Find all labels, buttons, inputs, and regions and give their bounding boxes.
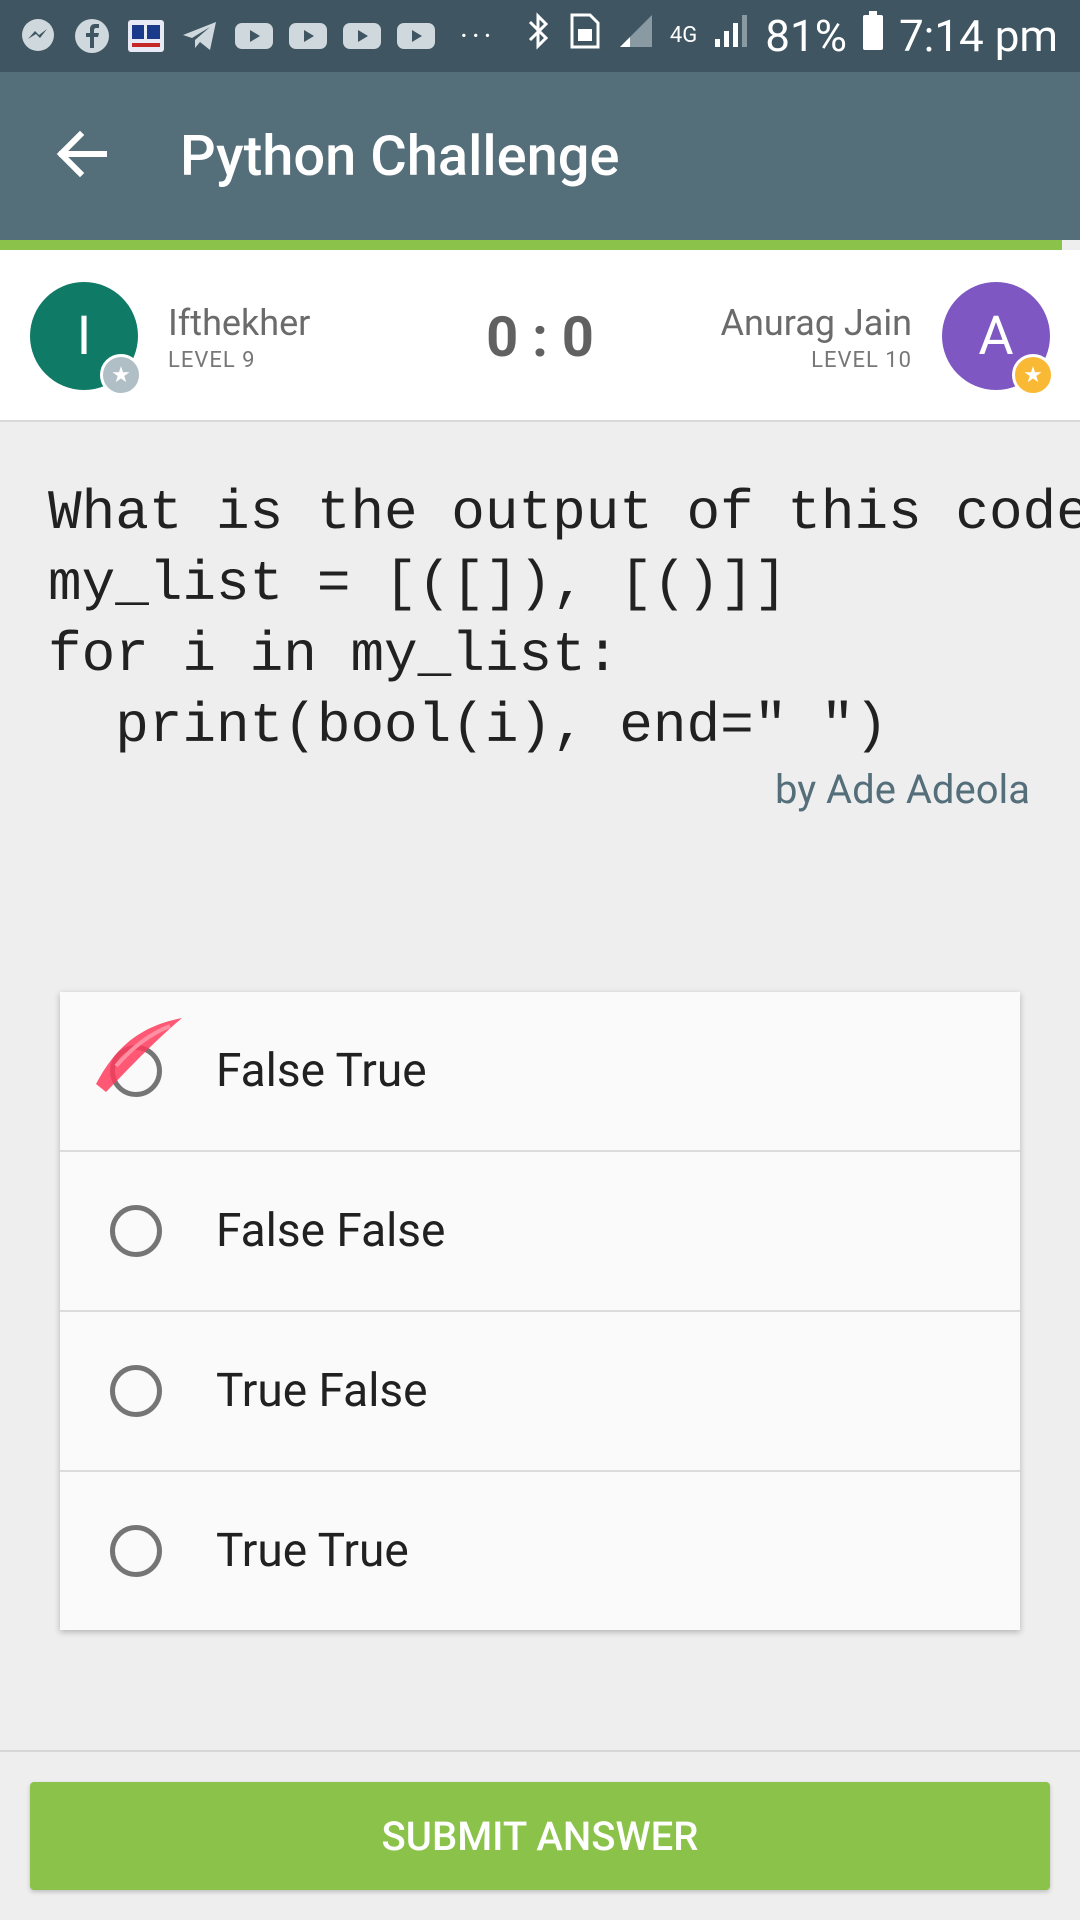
avatar[interactable]: A ★ bbox=[942, 282, 1054, 396]
youtube-icon bbox=[234, 16, 274, 56]
answer-options: False True False False True False True T… bbox=[60, 992, 1020, 1630]
system-status: 4G 81% 7:14 pm bbox=[524, 8, 1058, 64]
radio-button[interactable] bbox=[110, 1365, 162, 1417]
clock: 7:14 pm bbox=[898, 10, 1058, 62]
network-type-icon: 4G bbox=[669, 23, 698, 48]
app-bar: Python Challenge bbox=[0, 72, 1080, 240]
news-app-icon bbox=[126, 16, 166, 56]
answer-option[interactable]: False False bbox=[60, 1152, 1020, 1312]
youtube-icon bbox=[288, 16, 328, 56]
option-label: False True bbox=[216, 1044, 427, 1098]
answer-option[interactable]: True False bbox=[60, 1312, 1020, 1472]
status-bar: ··· 4G 81% 7:14 pm bbox=[0, 0, 1080, 72]
radio-button[interactable] bbox=[110, 1525, 162, 1577]
notification-icons: ··· bbox=[18, 14, 506, 58]
option-label: True True bbox=[216, 1524, 409, 1578]
back-arrow-icon[interactable] bbox=[50, 122, 114, 186]
telegram-icon bbox=[180, 16, 220, 56]
battery-icon bbox=[861, 10, 885, 63]
answer-option[interactable]: False True bbox=[60, 992, 1020, 1152]
players-header: I ★ Ifthekher LEVEL 9 0 : 0 Anurag Jain … bbox=[0, 250, 1080, 422]
signal-strength-icon bbox=[711, 10, 751, 62]
player-name: Anurag Jain bbox=[720, 302, 912, 344]
question-text: What is the output of this code? my_list… bbox=[48, 481, 1080, 758]
progress-accent-bar bbox=[0, 240, 1062, 250]
radio-button[interactable] bbox=[110, 1205, 162, 1257]
option-label: True False bbox=[216, 1364, 428, 1418]
bluetooth-icon bbox=[524, 10, 554, 62]
facebook-icon bbox=[72, 16, 112, 56]
youtube-icon bbox=[342, 16, 382, 56]
avatar-initial: A bbox=[978, 304, 1014, 368]
option-label: False False bbox=[216, 1204, 446, 1258]
submit-answer-button[interactable]: SUBMIT ANSWER bbox=[30, 1782, 1050, 1890]
page-title: Python Challenge bbox=[180, 123, 620, 189]
youtube-icon bbox=[396, 16, 436, 56]
question-author: by Ade Adeola bbox=[774, 766, 1030, 813]
battery-percent: 81% bbox=[765, 10, 847, 62]
messenger-icon bbox=[18, 16, 58, 56]
sim-card-icon bbox=[568, 10, 602, 62]
score: 0 : 0 bbox=[486, 304, 594, 370]
more-notifications-icon: ··· bbox=[460, 18, 496, 54]
signal-weak-icon bbox=[616, 10, 656, 62]
radio-button[interactable] bbox=[110, 1045, 162, 1097]
answer-option[interactable]: True True bbox=[60, 1472, 1020, 1630]
player-level: LEVEL 10 bbox=[811, 348, 912, 373]
star-icon: ★ bbox=[1012, 354, 1054, 396]
divider bbox=[0, 1750, 1080, 1752]
